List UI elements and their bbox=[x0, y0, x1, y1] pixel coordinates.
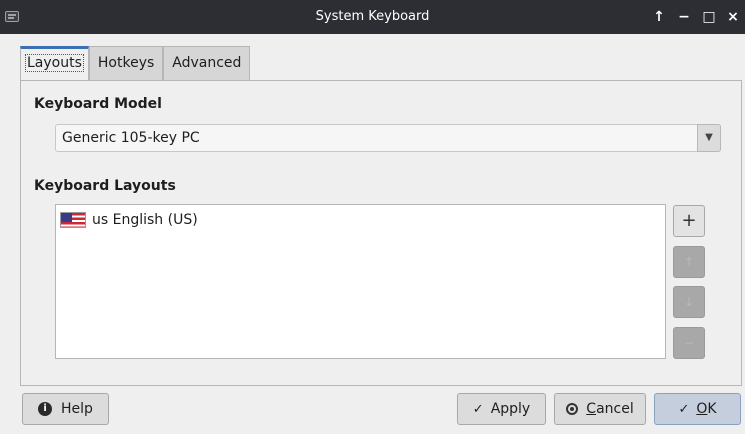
keyboard-model-value: Generic 105-key PC bbox=[62, 130, 200, 146]
tab-layouts-label: Layouts bbox=[25, 54, 84, 72]
chevron-down-icon[interactable]: ▼ bbox=[697, 124, 721, 152]
tab-layouts[interactable]: Layouts bbox=[20, 46, 89, 80]
help-button[interactable]: i Help bbox=[22, 393, 109, 425]
keyboard-model-select[interactable]: Generic 105-key PC ▼ bbox=[55, 124, 721, 152]
apply-label: Apply bbox=[490, 401, 531, 417]
keyboard-layouts-heading: Keyboard Layouts bbox=[34, 178, 176, 194]
keep-above-button[interactable]: ↑ bbox=[650, 7, 668, 27]
close-button[interactable]: × bbox=[724, 7, 742, 27]
keyboard-settings-dialog: Layouts Hotkeys Advanced Keyboard Model … bbox=[0, 34, 745, 434]
title-bar: System Keyboard ↑ − □ × bbox=[0, 0, 745, 34]
maximize-button[interactable]: □ bbox=[700, 7, 718, 27]
tab-bar: Layouts Hotkeys Advanced bbox=[20, 46, 251, 81]
us-flag-icon bbox=[60, 212, 86, 228]
layouts-panel: Keyboard Model Generic 105-key PC ▼ Keyb… bbox=[20, 80, 742, 386]
minimize-button[interactable]: − bbox=[675, 7, 693, 27]
add-layout-button[interactable]: + bbox=[673, 205, 705, 237]
move-up-button[interactable]: ↑ bbox=[673, 246, 705, 278]
help-label: Help bbox=[61, 401, 93, 417]
keyboard-model-heading: Keyboard Model bbox=[34, 96, 162, 112]
keyboard-layouts-list[interactable]: us English (US) bbox=[55, 204, 666, 359]
remove-layout-button[interactable]: − bbox=[673, 327, 705, 359]
cancel-icon bbox=[566, 403, 579, 415]
tab-advanced[interactable]: Advanced bbox=[163, 46, 251, 80]
check-icon: ✓ bbox=[678, 401, 690, 417]
cancel-label: Cancel bbox=[586, 401, 634, 417]
tab-advanced-label: Advanced bbox=[172, 55, 242, 71]
tab-hotkeys-label: Hotkeys bbox=[97, 55, 155, 71]
tab-hotkeys[interactable]: Hotkeys bbox=[88, 46, 164, 80]
ok-label: OK bbox=[696, 401, 717, 417]
check-icon: ✓ bbox=[472, 401, 484, 417]
apply-button[interactable]: ✓ Apply bbox=[457, 393, 546, 425]
ok-button[interactable]: ✓ OK bbox=[654, 393, 741, 425]
move-down-button[interactable]: ↓ bbox=[673, 286, 705, 318]
layout-label: us English (US) bbox=[92, 212, 198, 228]
cancel-button[interactable]: Cancel bbox=[554, 393, 646, 425]
button-bar: i Help ✓ Apply Cancel ✓ OK bbox=[0, 388, 745, 434]
list-item[interactable]: us English (US) bbox=[60, 210, 198, 230]
info-icon: i bbox=[38, 402, 53, 416]
window-title: System Keyboard bbox=[315, 9, 430, 24]
